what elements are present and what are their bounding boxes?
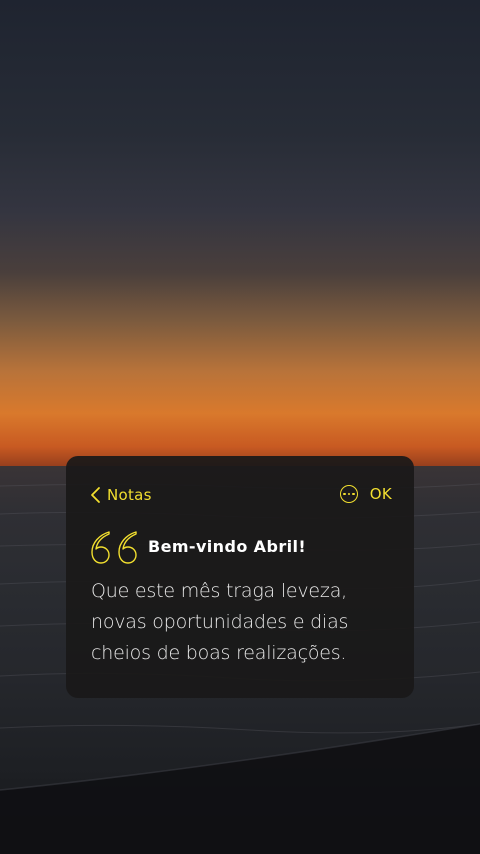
ellipsis-circle-icon <box>343 492 355 496</box>
quote-icon <box>91 531 137 564</box>
note-title: Bem-vindo Abril! <box>148 537 307 556</box>
card-actions: OK <box>339 485 392 503</box>
chevron-left-icon <box>91 487 100 503</box>
shoreline <box>0 723 480 854</box>
more-options-button[interactable] <box>339 485 358 503</box>
note-card: Notas OK Bem-vindo Abril! Que este mês t… <box>66 456 414 698</box>
note-body-line: novas oportunidades e dias <box>91 611 349 633</box>
sunset-sky-background <box>0 0 480 470</box>
note-body-line: cheios de boas realizações. <box>91 642 347 664</box>
note-body: Que este mês traga leveza, novas oportun… <box>91 576 401 669</box>
back-button-label: Notas <box>107 486 152 504</box>
ok-button[interactable]: OK <box>370 485 392 503</box>
screen: Notas OK Bem-vindo Abril! Que este mês t… <box>0 0 480 854</box>
back-button[interactable]: Notas <box>90 486 152 504</box>
note-body-line: Que este mês traga leveza, <box>91 580 347 602</box>
